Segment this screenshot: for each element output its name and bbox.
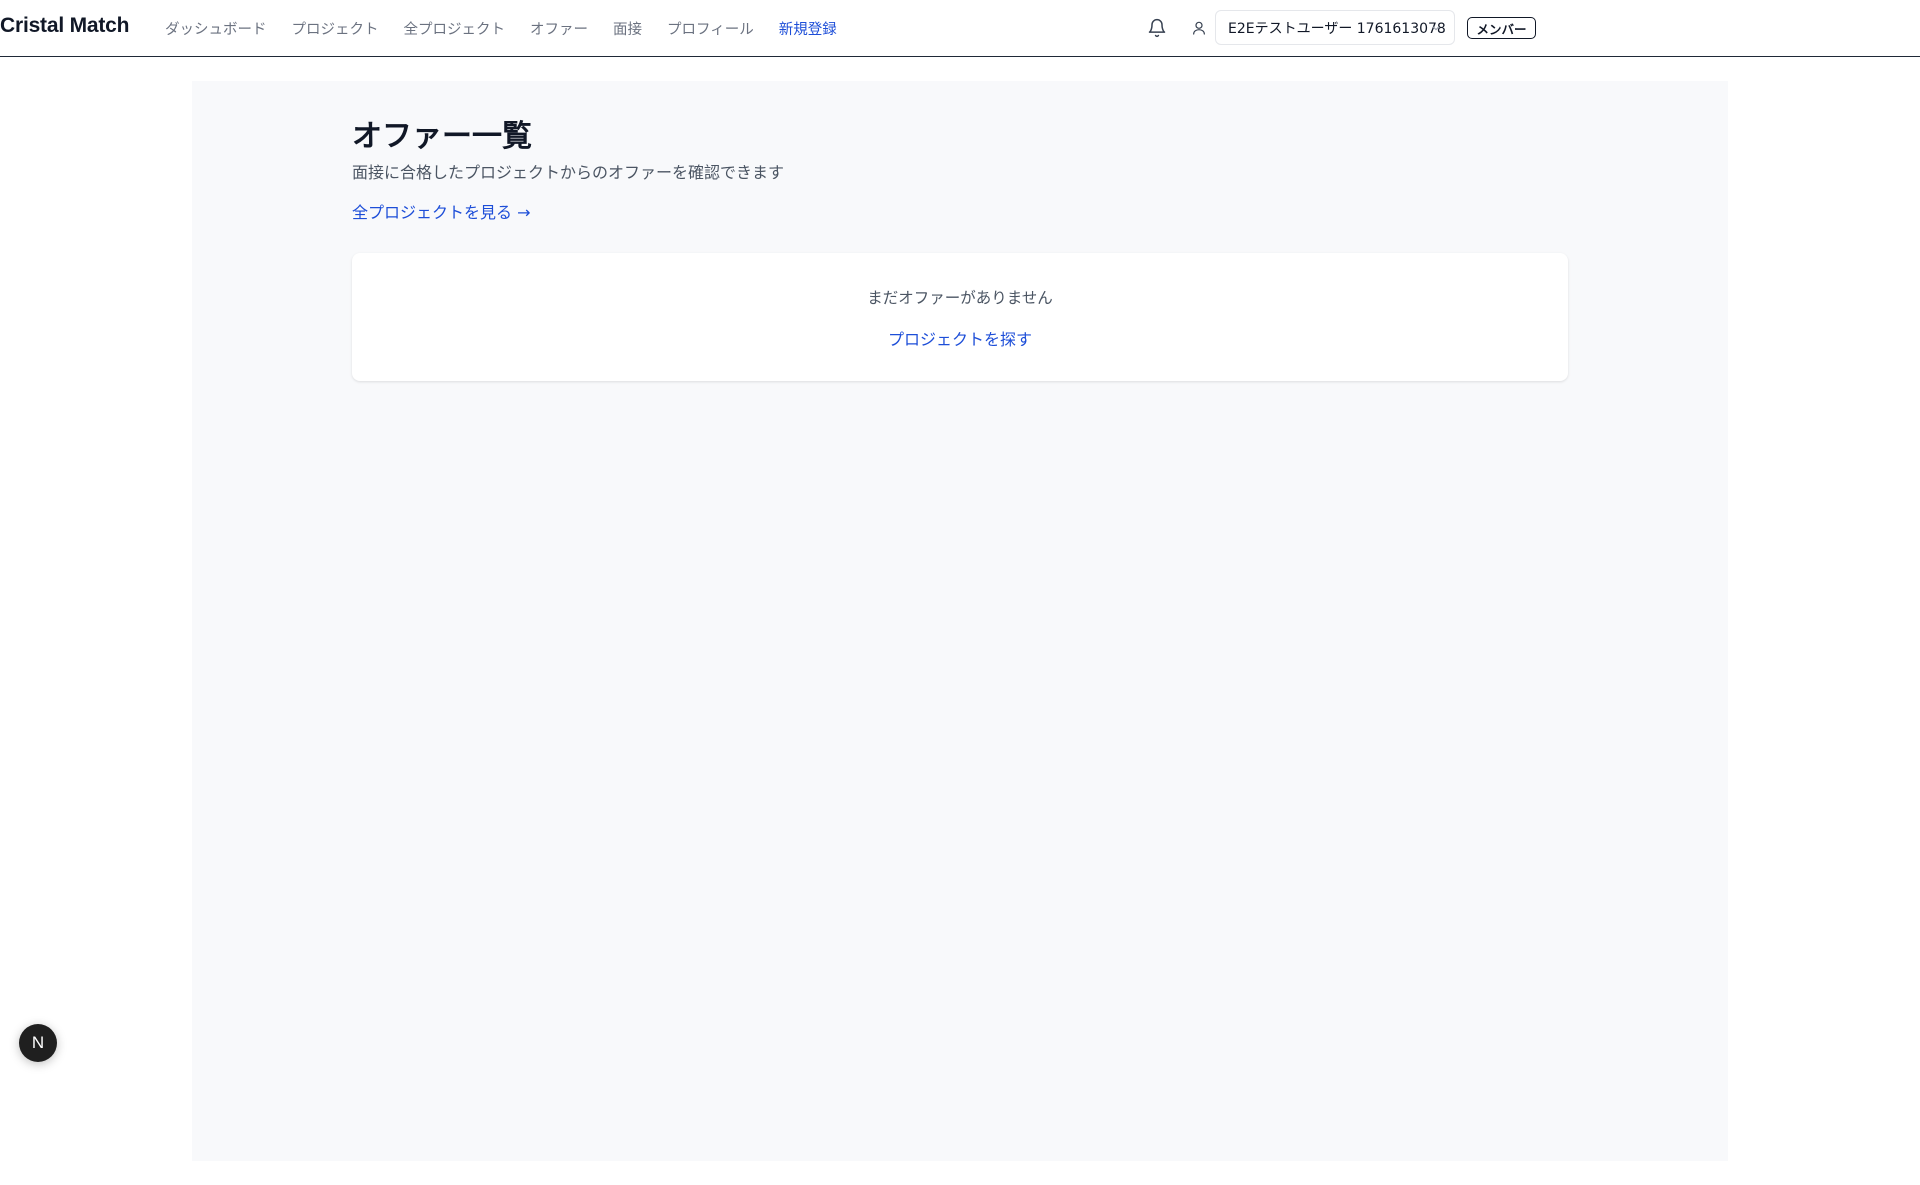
nav-dashboard[interactable]: ダッシュボード [165, 18, 267, 39]
nav-register[interactable]: 新規登録 [779, 18, 837, 39]
role-badge: メンバー [1467, 17, 1536, 39]
chevron-down-icon [1432, 26, 1440, 31]
all-projects-link[interactable]: 全プロジェクトを見る → [352, 199, 531, 223]
empty-state-message: まだオファーがありません [867, 289, 1053, 307]
nav-projects[interactable]: プロジェクト [292, 18, 379, 39]
dev-tools-badge[interactable]: N [19, 1024, 57, 1062]
main-nav: ダッシュボード プロジェクト 全プロジェクト オファー 面接 プロフィール 新規… [165, 0, 862, 56]
nav-profile[interactable]: プロフィール [667, 18, 754, 39]
page-title: オファー一覧 [352, 119, 532, 154]
nav-interviews[interactable]: 面接 [613, 18, 642, 39]
page-subtitle: 面接に合格したプロジェクトからのオファーを確認できます [352, 163, 785, 182]
find-projects-link[interactable]: プロジェクトを探す [352, 326, 1568, 350]
empty-state-card: まだオファーがありません プロジェクトを探す [352, 253, 1568, 381]
main-content: オファー一覧 面接に合格したプロジェクトからのオファーを確認できます 全プロジェ… [192, 81, 1728, 1161]
user-icon [1193, 21, 1205, 35]
brand-logo[interactable]: Cristal Match [0, 14, 129, 38]
user-switcher-select[interactable]: E2Eテストユーザー 1761613078 [1215, 10, 1455, 45]
nav-all-projects[interactable]: 全プロジェクト [404, 18, 506, 39]
bell-icon[interactable] [1147, 17, 1167, 39]
user-switcher-value: E2Eテストユーザー 1761613078 [1228, 20, 1446, 37]
nav-offers[interactable]: オファー [530, 18, 588, 39]
top-navigation-bar: Cristal Match ダッシュボード プロジェクト 全プロジェクト オファ… [0, 0, 1920, 57]
